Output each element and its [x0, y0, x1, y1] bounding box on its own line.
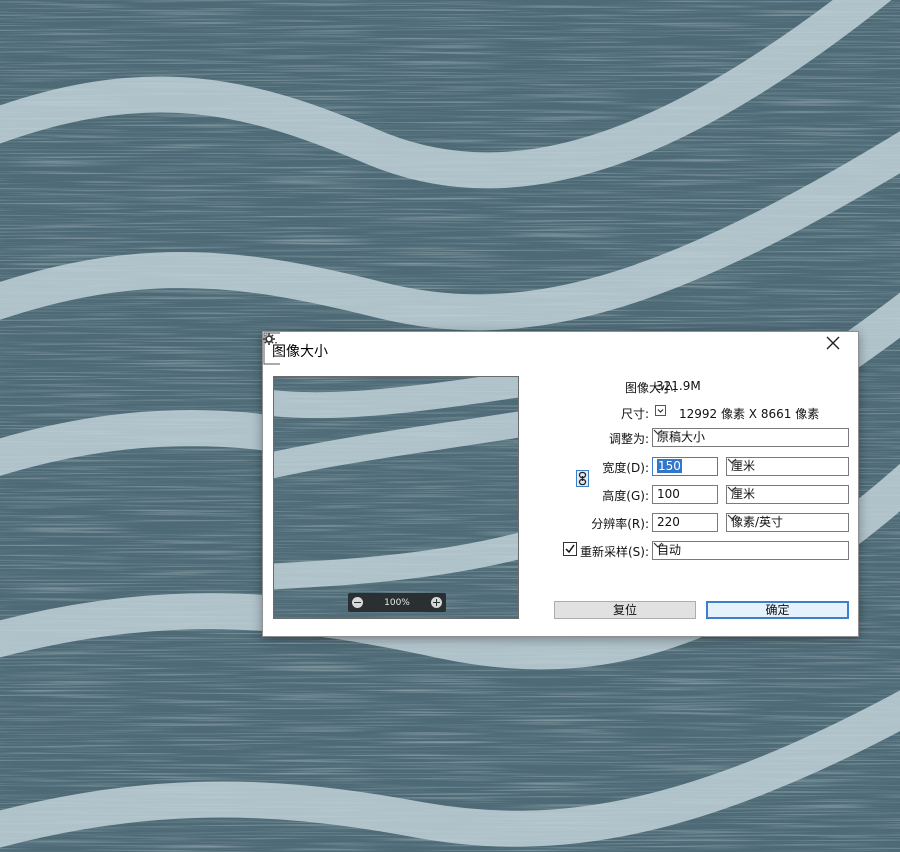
- close-icon: [826, 336, 840, 350]
- dialog-titlebar[interactable]: 图像大小: [263, 332, 858, 368]
- zoom-out-icon[interactable]: [352, 597, 363, 608]
- chevron-down-icon: [653, 429, 663, 435]
- zoom-control: 100%: [348, 593, 446, 612]
- image-size-dialog: 图像大小 100% 图像大小: 321.9M 尺寸: 12992 像素 X 86…: [262, 331, 859, 637]
- resample-label: 重新采样(S):: [579, 545, 649, 559]
- checkmark-icon: [565, 544, 575, 554]
- preview-image: [274, 377, 518, 618]
- document-canvas: 图像大小 100% 图像大小: 321.9M 尺寸: 12992 像素 X 86…: [0, 0, 900, 852]
- resolution-label: 分辨率(R):: [591, 517, 649, 531]
- height-unit-select[interactable]: 厘米: [726, 485, 849, 504]
- resolution-value: 220: [657, 515, 680, 529]
- fit-to-label: 调整为:: [608, 432, 649, 446]
- resolution-unit-value: 像素/英寸: [731, 515, 784, 529]
- image-preview[interactable]: 100%: [273, 376, 519, 619]
- resample-select[interactable]: 自动: [652, 541, 849, 560]
- constrain-proportions-link-icon[interactable]: [576, 470, 589, 487]
- chevron-down-icon: [727, 486, 737, 492]
- reset-button[interactable]: 复位: [554, 601, 696, 619]
- dimensions-unit-toggle[interactable]: [655, 405, 666, 416]
- dimensions-label: 尺寸:: [620, 407, 649, 421]
- height-input[interactable]: 100: [652, 485, 718, 504]
- resolution-unit-select[interactable]: 像素/英寸: [726, 513, 849, 532]
- resize-grip-icon[interactable]: [263, 332, 269, 338]
- height-label: 高度(G):: [602, 489, 649, 503]
- chevron-down-icon: [727, 514, 737, 520]
- fit-to-value: 原稿大小: [657, 430, 706, 444]
- width-unit-select[interactable]: 厘米: [726, 457, 849, 476]
- resolution-input[interactable]: 220: [652, 513, 718, 532]
- dimensions-value: 12992 像素 X 8661 像素: [679, 407, 820, 421]
- close-button[interactable]: [826, 336, 854, 364]
- ok-button[interactable]: 确定: [706, 601, 849, 619]
- width-label: 宽度(D):: [602, 461, 649, 475]
- zoom-in-icon[interactable]: [430, 597, 442, 608]
- width-value: 150: [657, 459, 682, 473]
- link-icon: [578, 471, 587, 486]
- resample-checkbox[interactable]: [563, 542, 577, 556]
- zoom-level: 100%: [384, 597, 410, 608]
- image-size-value: 321.9M: [656, 379, 701, 393]
- width-input[interactable]: 150: [652, 457, 718, 476]
- chevron-down-icon: [657, 409, 664, 413]
- fit-to-select[interactable]: 原稿大小: [652, 428, 849, 447]
- chevron-down-icon: [653, 542, 663, 548]
- height-value: 100: [657, 487, 680, 501]
- chevron-down-icon: [727, 458, 737, 464]
